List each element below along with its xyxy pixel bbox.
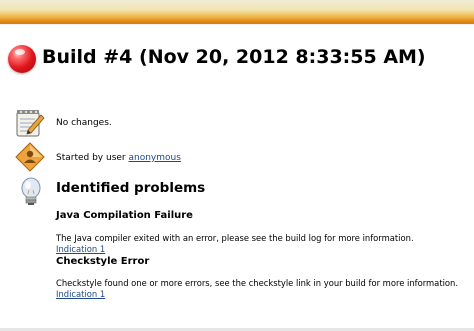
problem-description: The Java compiler exited with an error, … [56, 233, 414, 243]
no-changes-text: No changes. [56, 118, 112, 128]
lightbulb-icon [16, 176, 48, 208]
build-page: Build #4 (Nov 20, 2012 8:33:55 AM) No ch… [0, 0, 474, 331]
indication-link[interactable]: Indication 1 [56, 244, 105, 254]
indication-link[interactable]: Indication 1 [56, 289, 105, 299]
identified-problems-heading: Identified problems [56, 180, 206, 196]
user-icon [14, 141, 46, 173]
problem-description: Checkstyle found one or more errors, see… [56, 278, 459, 288]
page-title: Build #4 (Nov 20, 2012 8:33:55 AM) [42, 46, 426, 68]
problem-title: Java Compilation Failure [56, 210, 193, 221]
red-ball-icon [8, 45, 36, 73]
notepad-icon [14, 106, 46, 138]
top-header-band [0, 0, 474, 26]
started-by-text: Started by user anonymous [56, 153, 181, 163]
user-link-anonymous[interactable]: anonymous [129, 153, 181, 163]
problem-title: Checkstyle Error [56, 256, 150, 267]
started-by-label: Started by user [56, 153, 129, 163]
